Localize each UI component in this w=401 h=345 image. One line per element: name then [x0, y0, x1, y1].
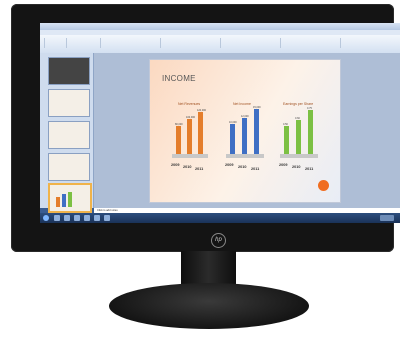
- bar-base: [280, 154, 318, 158]
- taskbar: [40, 213, 400, 223]
- value-label: 0.75: [307, 107, 312, 110]
- bar: [296, 120, 301, 154]
- year-label: 2010: [292, 165, 301, 169]
- year-label: 2011: [305, 167, 314, 171]
- slide-thumbnail-1[interactable]: [48, 57, 90, 85]
- monitor-bezel: INCOME Net Revenues 80,000 100,000 120,0…: [11, 4, 400, 252]
- slide-title: INCOME: [162, 74, 196, 83]
- value-label: 120,000: [197, 109, 207, 112]
- font-icon[interactable]: [100, 38, 119, 48]
- slide-editor: INCOME Net Revenues 80,000 100,000 120,0…: [94, 53, 400, 208]
- year-label: 2009: [225, 163, 234, 167]
- bar: [254, 109, 259, 154]
- year-label: 2009: [279, 163, 288, 167]
- ribbon-toolbar[interactable]: [40, 35, 400, 54]
- year-label: 2009: [171, 163, 180, 167]
- screen: INCOME Net Revenues 80,000 100,000 120,0…: [40, 23, 400, 223]
- drawing-icon[interactable]: [220, 38, 239, 48]
- bar: [308, 110, 313, 154]
- clipboard-icon[interactable]: [66, 38, 85, 48]
- year-label: 2010: [238, 165, 247, 169]
- taskbar-app-icon[interactable]: [84, 215, 90, 221]
- value-label: 100,000: [186, 116, 196, 119]
- section-title: Net Revenues: [178, 102, 201, 106]
- taskbar-app-icon[interactable]: [74, 215, 80, 221]
- slide-thumbnail-4[interactable]: [48, 153, 90, 181]
- section-title: Earnings per Share: [283, 102, 314, 106]
- year-label: 2011: [251, 167, 260, 171]
- paragraph-icon[interactable]: [160, 38, 179, 48]
- bar-base: [172, 154, 208, 158]
- paste-icon[interactable]: [44, 38, 63, 48]
- editing-icon[interactable]: [340, 38, 359, 48]
- clock-icon[interactable]: [380, 215, 394, 221]
- start-icon[interactable]: [43, 215, 49, 221]
- window-titlebar: [40, 23, 400, 30]
- bar: [176, 126, 181, 154]
- taskbar-app-icon[interactable]: [54, 215, 60, 221]
- bar-base: [226, 154, 264, 158]
- value-label: 0.60: [295, 117, 300, 120]
- bar: [187, 119, 192, 154]
- bar: [284, 126, 289, 154]
- value-label: 0.50: [283, 123, 288, 126]
- section-title: Net Income: [233, 102, 251, 106]
- decorative-circle: [318, 180, 329, 191]
- taskbar-app-icon[interactable]: [104, 215, 110, 221]
- taskbar-app-icon[interactable]: [94, 215, 100, 221]
- year-label: 2010: [183, 165, 192, 169]
- value-label: 10,000: [229, 121, 237, 124]
- hp-logo-icon: hp: [211, 233, 226, 248]
- slide-thumbnail-2[interactable]: [48, 89, 90, 117]
- value-label: 12,000: [241, 115, 249, 118]
- bar: [198, 112, 203, 154]
- slide-thumbnail-5[interactable]: [48, 183, 92, 213]
- shapes-icon[interactable]: [280, 38, 299, 48]
- value-label: 80,000: [175, 123, 183, 126]
- taskbar-app-icon[interactable]: [64, 215, 70, 221]
- slide-thumbnail-3[interactable]: [48, 121, 90, 149]
- year-label: 2011: [195, 167, 204, 171]
- slides-panel: [40, 53, 94, 213]
- slide-canvas[interactable]: INCOME Net Revenues 80,000 100,000 120,0…: [150, 60, 340, 202]
- bar: [242, 118, 247, 154]
- monitor-stand: [109, 283, 309, 329]
- value-label: 15,000: [253, 106, 261, 109]
- bar: [230, 124, 235, 154]
